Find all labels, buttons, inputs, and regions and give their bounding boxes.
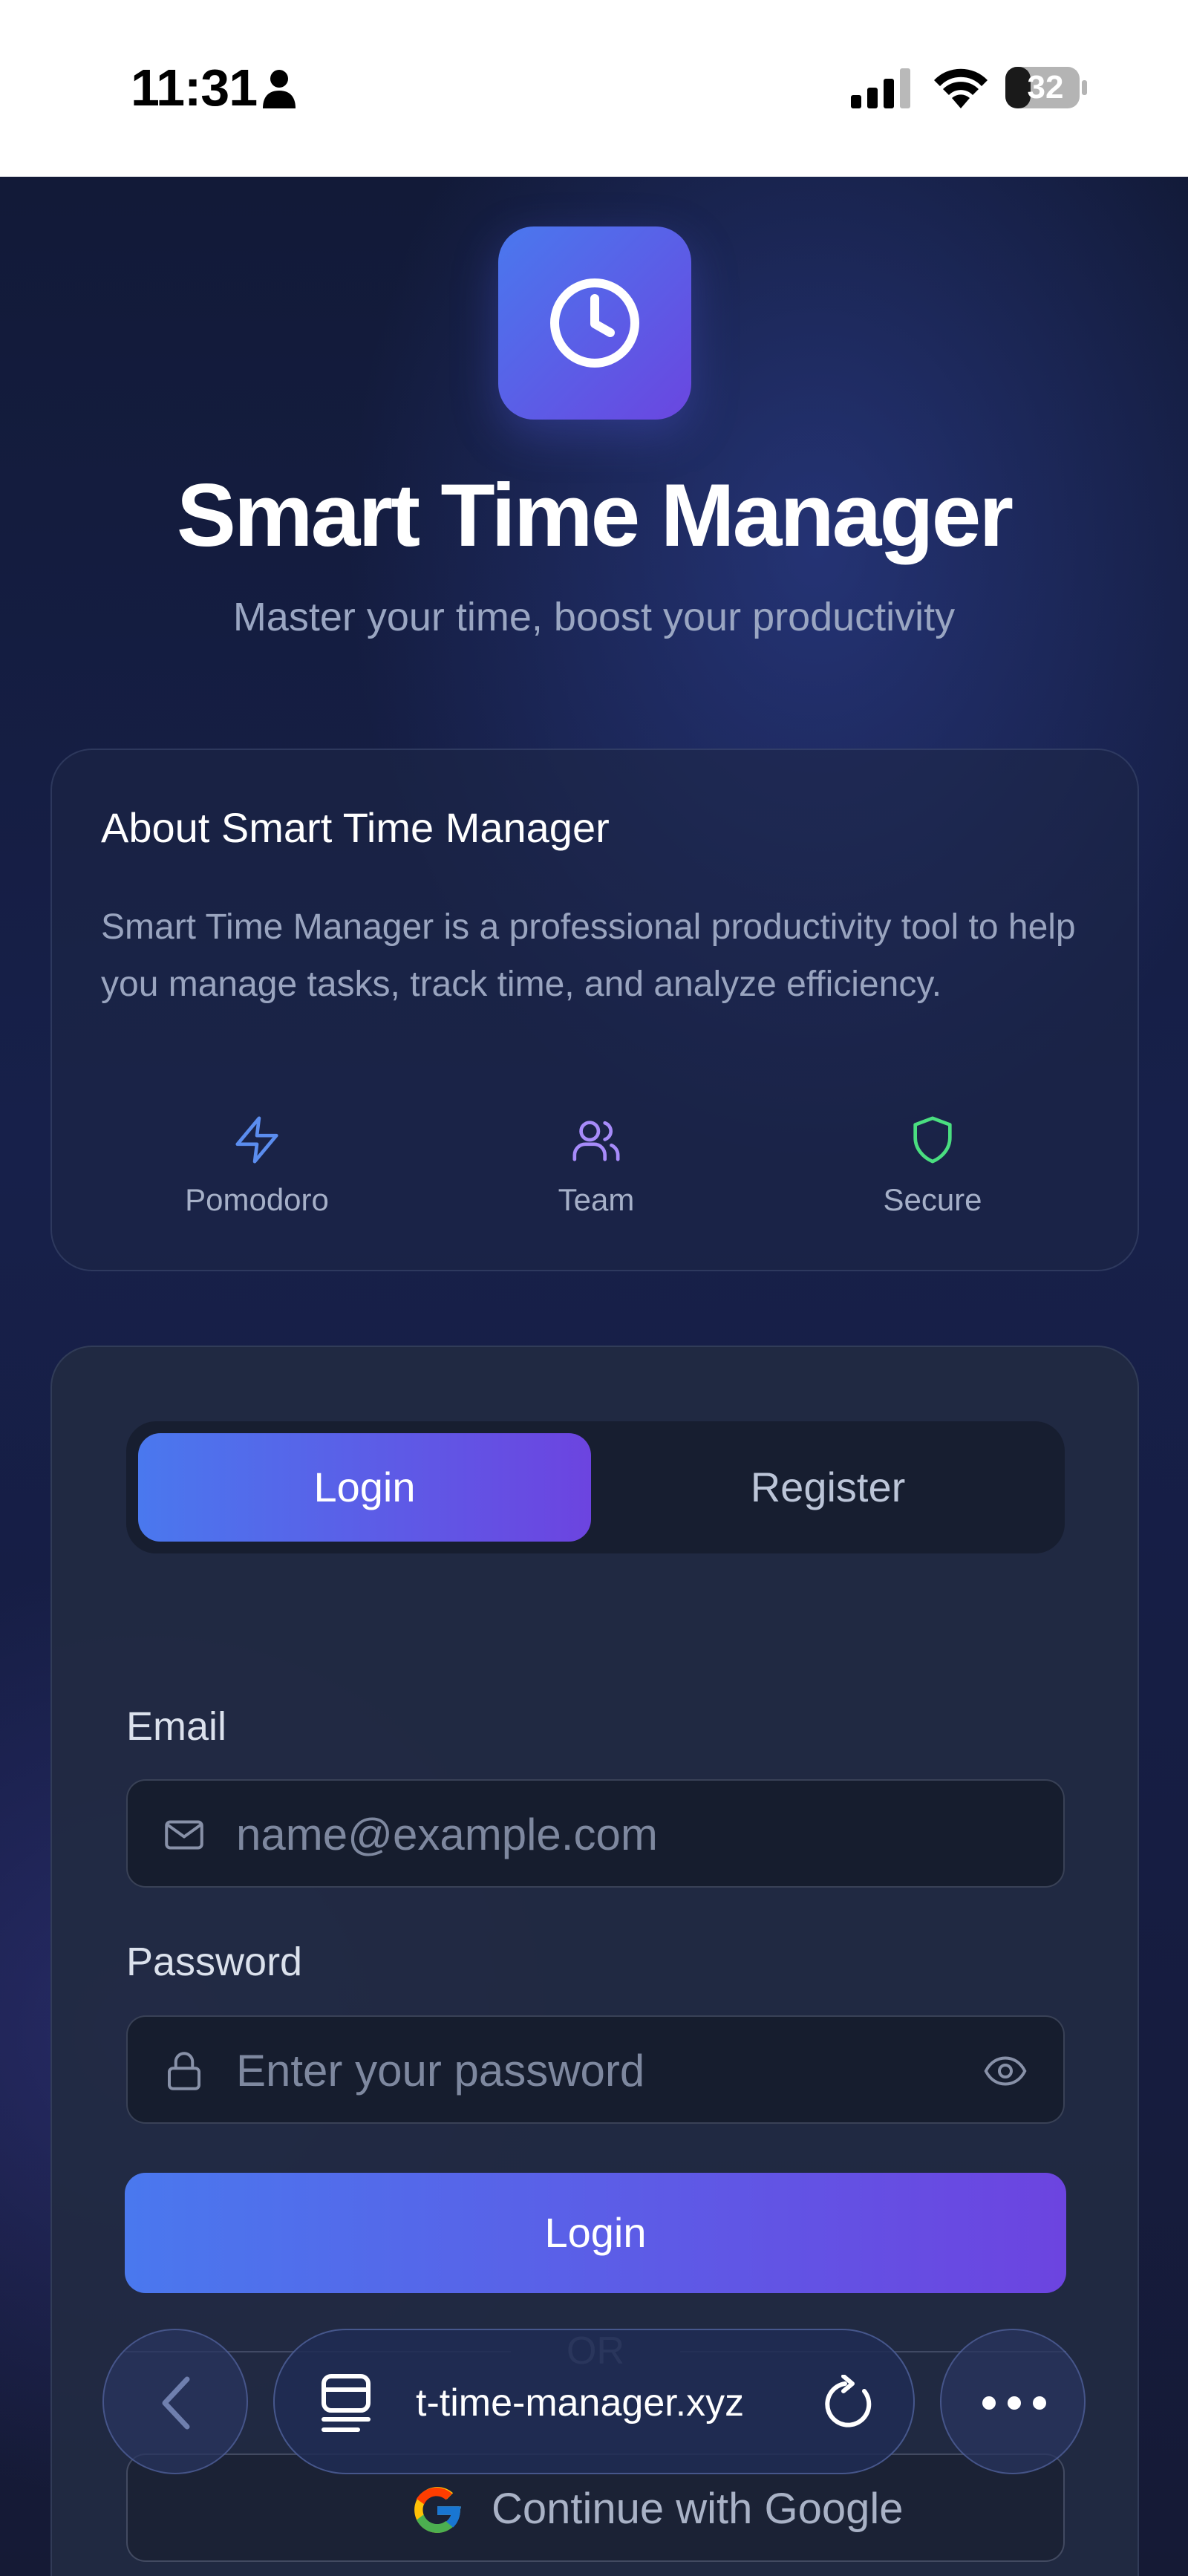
about-description: Smart Time Manager is a professional pro… (101, 907, 1076, 1004)
feature-secure: Secure (821, 1114, 1044, 1218)
reload-icon[interactable] (823, 2375, 878, 2431)
tab-login[interactable]: Login (138, 1433, 591, 1542)
status-time: 11:31 (131, 59, 258, 117)
feature-label: Secure (883, 1182, 982, 1217)
login-button[interactable]: Login (125, 2173, 1066, 2293)
url-text: t-time-manager.xyz (416, 2381, 745, 2425)
email-placeholder: name@example.com (236, 1810, 658, 1859)
eye-icon[interactable] (982, 2049, 1029, 2093)
lock-icon (168, 2052, 200, 2090)
about-title: About Smart Time Manager (101, 804, 610, 851)
battery-level: 32 (1027, 69, 1064, 105)
users-icon (572, 1121, 620, 1161)
tab-register[interactable]: Register (601, 1433, 1054, 1542)
feature-label: Team (558, 1182, 635, 1217)
lightning-icon (235, 1116, 278, 1164)
mail-icon (165, 1820, 203, 1850)
chevron-left-icon (162, 2376, 190, 2430)
feature-team: Team (485, 1114, 708, 1218)
app-logo (498, 226, 691, 420)
browser-more-button[interactable] (940, 2329, 1086, 2474)
status-bar: 11:31 32 (0, 0, 1188, 177)
google-icon (414, 2487, 461, 2533)
browser-url-bar[interactable]: t-time-manager.xyz (273, 2329, 915, 2474)
about-card: About Smart Time Manager Smart Time Mana… (50, 749, 1139, 1271)
signal-icon (851, 68, 910, 108)
more-icon (982, 2396, 1046, 2410)
shield-icon (913, 1116, 952, 1164)
browser-back-button[interactable] (102, 2329, 248, 2474)
email-label: Email (126, 1704, 227, 1749)
app-subtitle: Master your time, boost your productivit… (232, 595, 956, 639)
email-field[interactable]: name@example.com (126, 1779, 1065, 1888)
auth-tabs: Login Register (126, 1421, 1065, 1553)
password-field[interactable]: Enter your password (126, 2015, 1065, 2124)
password-label: Password (126, 1940, 303, 1984)
wifi-icon (934, 68, 988, 108)
app-title: Smart Time Manager (176, 466, 1014, 565)
tabs-icon (322, 2374, 371, 2432)
feature-pomodoro: Pomodoro (146, 1114, 368, 1218)
password-placeholder: Enter your password (236, 2046, 645, 2096)
feature-label: Pomodoro (185, 1182, 329, 1217)
person-icon (263, 70, 296, 108)
clock-icon (550, 278, 639, 368)
